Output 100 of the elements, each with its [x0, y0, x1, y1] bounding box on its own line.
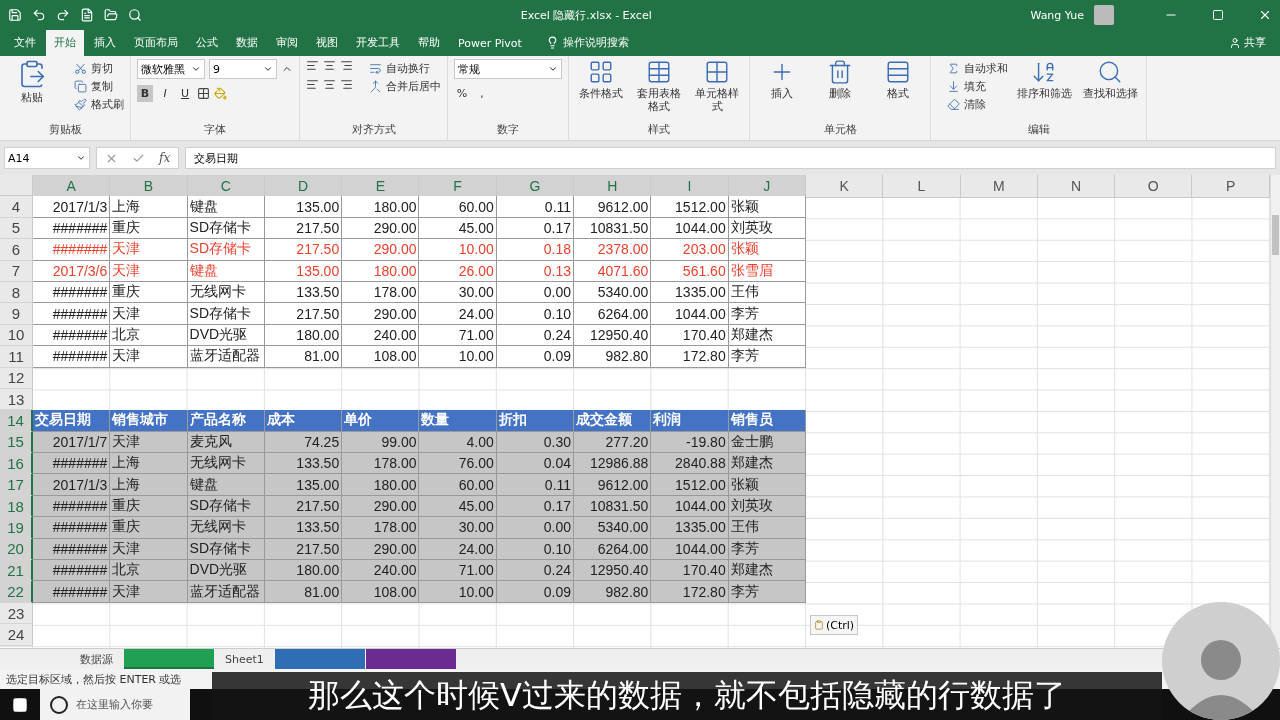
ribbon-button[interactable]: 自动求和 — [947, 61, 1008, 76]
column-header[interactable]: A — [33, 175, 111, 198]
align-icon[interactable] — [306, 59, 319, 72]
menu-tab[interactable]: 插入 — [86, 30, 124, 56]
row-header[interactable]: 21 — [0, 560, 33, 582]
toolbar-icon[interactable] — [104, 8, 118, 22]
column-header[interactable]: F — [419, 175, 497, 198]
dropdown-field[interactable]: 微软雅黑 — [137, 59, 205, 79]
table-cell: 108.00 — [342, 581, 420, 603]
formula-field[interactable]: 交易日期 — [185, 147, 1276, 169]
align-icon[interactable] — [306, 78, 319, 91]
menu-tab[interactable]: 文件 — [6, 30, 44, 56]
ribbon-button[interactable]: 插入 — [756, 59, 808, 100]
ribbon-button[interactable]: 排序和筛选 — [1014, 59, 1074, 100]
format-toggle[interactable]: , — [474, 85, 490, 102]
column-header[interactable]: N — [1037, 175, 1116, 198]
align-icon[interactable] — [340, 78, 353, 91]
table-cell: 天津 — [110, 538, 188, 561]
menu-tab[interactable]: 页面布局 — [126, 30, 186, 56]
column-header[interactable]: O — [1115, 175, 1193, 198]
table-cell: 45.00 — [419, 495, 497, 518]
row-header[interactable]: 7 — [0, 260, 33, 282]
row-header[interactable]: 20 — [0, 538, 33, 561]
sheet-tab[interactable]: Sheet1 — [215, 649, 274, 669]
dropdown-field[interactable]: 常规 — [454, 59, 562, 79]
ribbon-button[interactable]: 复制 — [74, 79, 124, 94]
column-header[interactable]: H — [574, 175, 652, 198]
format-toggle[interactable]: % — [454, 85, 470, 102]
row-header[interactable]: 11 — [0, 346, 33, 368]
ribbon-button[interactable]: 自动换行 — [369, 61, 441, 76]
toolbar-icon[interactable] — [128, 8, 142, 22]
row-header[interactable]: 22 — [0, 581, 33, 603]
row-header[interactable]: 18 — [0, 495, 33, 518]
ribbon-button[interactable]: 套用表格格式 — [633, 59, 685, 113]
ribbon-button[interactable]: 填充 — [947, 79, 1008, 94]
menu-tab[interactable]: 视图 — [308, 30, 346, 56]
column-header[interactable]: P — [1192, 175, 1270, 198]
menu-tab[interactable]: 开发工具 — [348, 30, 408, 56]
menu-tab[interactable]: Power Pivot — [450, 32, 530, 56]
taskbar-search-field[interactable]: 在这里输入你要 — [40, 689, 190, 720]
ribbon-button[interactable]: 查找和选择 — [1080, 59, 1140, 100]
table-cell: 24.00 — [419, 538, 497, 561]
toolbar-icon[interactable] — [8, 8, 22, 22]
row-header[interactable]: 14 — [0, 410, 33, 432]
align-icon[interactable] — [323, 78, 336, 91]
name-box[interactable]: A14 — [4, 147, 90, 169]
row-header[interactable]: 19 — [0, 517, 33, 539]
row-header[interactable]: 6 — [0, 239, 33, 261]
ribbon-button[interactable]: 格式刷 — [74, 97, 124, 112]
tell-me-search[interactable]: 操作说明搜索 — [545, 35, 629, 50]
ribbon-button[interactable]: 单元格样式 — [691, 59, 743, 113]
row-header[interactable]: 12 — [0, 367, 33, 389]
column-header[interactable]: B — [110, 175, 188, 198]
align-icon[interactable] — [340, 59, 353, 72]
column-header[interactable]: E — [342, 175, 420, 198]
ribbon-group-label: 单元格 — [822, 122, 858, 138]
share-button[interactable]: 共享 — [1229, 35, 1266, 50]
row-header[interactable]: 10 — [0, 324, 33, 347]
ribbon-button[interactable]: 粘贴 — [6, 59, 58, 104]
format-toggle[interactable]: B — [137, 85, 153, 102]
row-header[interactable]: 24 — [0, 624, 33, 646]
row-header[interactable]: 17 — [0, 474, 33, 496]
sheet-tab[interactable]: 数据源 — [70, 649, 123, 669]
scrollbar[interactable] — [1269, 175, 1280, 648]
ribbon-button[interactable]: 剪切 — [74, 61, 124, 76]
border-icon[interactable] — [197, 87, 210, 100]
fill-color-icon[interactable] — [214, 87, 227, 100]
paste-options-button[interactable]: (Ctrl) — [810, 615, 859, 635]
column-header[interactable]: K — [805, 175, 884, 198]
dropdown-field[interactable]: 9 — [209, 59, 277, 79]
toolbar-icon[interactable] — [80, 8, 94, 22]
toolbar-icon[interactable] — [32, 8, 46, 22]
ribbon-button[interactable]: 合并后居中 — [369, 79, 441, 94]
ribbon-button[interactable]: 条件格式 — [575, 59, 627, 100]
restore-icon[interactable] — [1212, 9, 1224, 21]
menu-tab[interactable]: 开始 — [46, 30, 84, 56]
ribbon-icon — [885, 59, 911, 85]
row-header[interactable]: 23 — [0, 602, 33, 625]
ribbon-button[interactable]: 格式 — [872, 59, 924, 100]
column-header[interactable]: L — [883, 175, 961, 198]
row-header[interactable]: 8 — [0, 281, 33, 304]
menu-tab[interactable]: 数据 — [228, 30, 266, 56]
row-header[interactable]: 16 — [0, 453, 33, 475]
ribbon-button[interactable]: 删除 — [814, 59, 866, 100]
menu-tab[interactable]: 公式 — [188, 30, 226, 56]
column-header[interactable]: M — [960, 175, 1038, 198]
column-header[interactable]: I — [651, 175, 729, 198]
toolbar-icon[interactable] — [56, 8, 70, 22]
row-header[interactable]: 15 — [0, 431, 33, 454]
row-header[interactable]: 4 — [0, 196, 33, 218]
format-toggle[interactable]: U — [177, 85, 193, 102]
menu-tab[interactable]: 帮助 — [410, 30, 448, 56]
row-header[interactable]: 9 — [0, 303, 33, 325]
align-icon[interactable] — [323, 59, 336, 72]
row-header[interactable]: 5 — [0, 217, 33, 240]
format-toggle[interactable]: I — [157, 85, 173, 102]
row-header[interactable]: 13 — [0, 388, 33, 411]
menu-tab[interactable]: 审阅 — [268, 30, 306, 56]
close-icon[interactable] — [1258, 8, 1272, 22]
ribbon-button[interactable]: 清除 — [947, 97, 1008, 112]
